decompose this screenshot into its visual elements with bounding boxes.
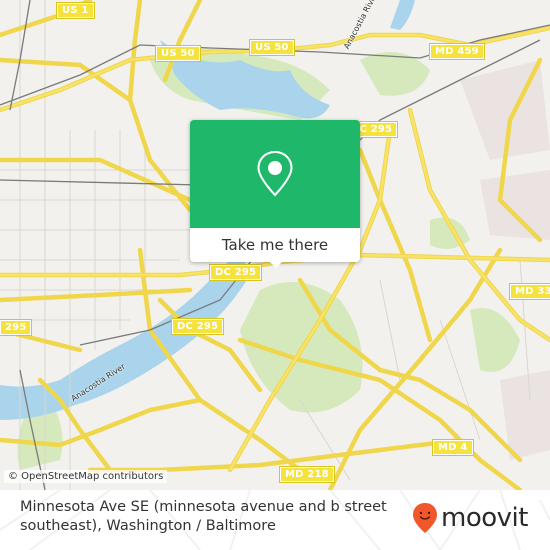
- park-area: [470, 308, 520, 372]
- road-shield-md332: MD 332: [509, 283, 550, 300]
- footer: Minnesota Ave SE (minnesota avenue and b…: [0, 490, 550, 550]
- destination-popup[interactable]: Take me there: [190, 120, 360, 268]
- road-shield-us50: US 50: [155, 45, 201, 62]
- popup-header: [190, 120, 360, 228]
- moovit-wordmark: moovit: [441, 503, 528, 533]
- road-shield-i295: 295: [0, 319, 33, 336]
- map[interactable]: US 1 US 50 US 50 MD 459 DC 295 DC 295 DC…: [0, 0, 550, 490]
- road-shield-us50: US 50: [249, 39, 295, 56]
- moovit-logo[interactable]: moovit: [412, 502, 528, 534]
- road-shield-dc295: DC 295: [170, 318, 225, 335]
- map-attribution[interactable]: © OpenStreetMap contributors: [4, 470, 168, 483]
- popup-pointer: [268, 260, 284, 268]
- take-me-there-button[interactable]: Take me there: [190, 228, 360, 262]
- river: [390, 0, 415, 30]
- map-pin-icon: [257, 150, 293, 197]
- road-shield-md4: MD 4: [432, 439, 474, 456]
- urban-area: [480, 170, 550, 240]
- road-shield-md459: MD 459: [429, 43, 485, 60]
- road-shield-md218: MD 218: [279, 466, 335, 483]
- moovit-pin-icon: [413, 503, 437, 533]
- road-shield-dc295: DC 295: [208, 264, 263, 281]
- place-name: Minnesota Ave SE (minnesota avenue and b…: [20, 499, 387, 534]
- road-shield-us1: US 1: [56, 2, 95, 19]
